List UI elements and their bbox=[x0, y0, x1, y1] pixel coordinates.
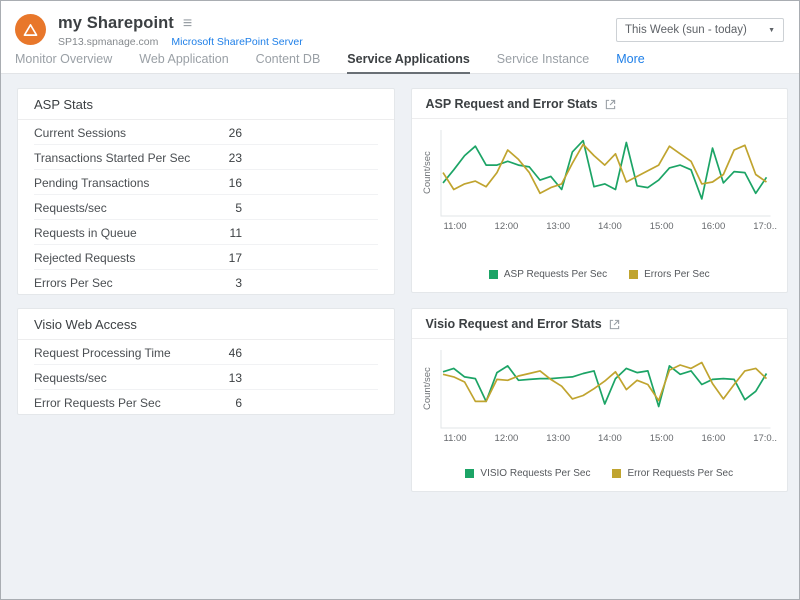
stat-label: Request Processing Time bbox=[34, 345, 206, 360]
stat-value: 17 bbox=[206, 250, 242, 265]
asp-chart-legend: ASP Requests Per Sec Errors Per Sec bbox=[412, 269, 788, 292]
y-axis-label: Count/sec bbox=[422, 129, 436, 217]
visio-chart-legend: VISIO Requests Per Sec Error Requests Per… bbox=[412, 468, 788, 491]
stat-value: 46 bbox=[206, 345, 242, 360]
stat-row: Transactions Started Per Sec 23 bbox=[34, 145, 378, 170]
asp-stats-rows: Current Sessions 26 Transactions Started… bbox=[18, 120, 394, 294]
stat-label: Requests/sec bbox=[34, 200, 206, 215]
title-block: my Sharepoint ≡ SP13.spmanage.com Micros… bbox=[58, 14, 303, 48]
chevron-down-icon: ▼ bbox=[768, 27, 775, 34]
app-window: my Sharepoint ≡ SP13.spmanage.com Micros… bbox=[0, 0, 800, 600]
visio-chart-svg bbox=[440, 349, 772, 429]
stat-label: Transactions Started Per Sec bbox=[34, 150, 206, 165]
dashboard-content: ASP Stats Current Sessions 26 Transactio… bbox=[1, 74, 799, 599]
visio-web-access-title: Visio Web Access bbox=[18, 309, 394, 340]
visio-chart-card: Visio Request and Error Stats Count/sec … bbox=[411, 308, 789, 492]
visio-chart-title: Visio Request and Error Stats bbox=[426, 317, 602, 331]
x-tick-label: 12:00 bbox=[495, 433, 519, 444]
stat-label: Requests/sec bbox=[34, 370, 206, 385]
legend-swatch-icon bbox=[612, 469, 621, 478]
stat-row: Error Requests Per Sec 6 bbox=[34, 390, 378, 414]
time-range-dropdown[interactable]: This Week (sun - today) ▼ bbox=[616, 18, 784, 42]
x-tick-label: 14:00 bbox=[598, 221, 622, 232]
x-tick-label: 12:00 bbox=[495, 221, 519, 232]
asp-stats-card: ASP Stats Current Sessions 26 Transactio… bbox=[17, 88, 395, 295]
x-tick-label: 14:00 bbox=[598, 433, 622, 444]
stat-row: Requests in Queue 11 bbox=[34, 220, 378, 245]
asp-chart-card: ASP Request and Error Stats Count/sec 11… bbox=[411, 88, 789, 293]
stat-row: Pending Transactions 16 bbox=[34, 170, 378, 195]
legend-label: ASP Requests Per Sec bbox=[504, 269, 607, 280]
tab-more[interactable]: More bbox=[616, 49, 644, 73]
legend-label: VISIO Requests Per Sec bbox=[480, 468, 590, 479]
open-in-new-window-icon[interactable] bbox=[609, 319, 620, 330]
x-tick-label: 17:0.. bbox=[753, 433, 777, 444]
legend-label: Error Requests Per Sec bbox=[627, 468, 733, 479]
visio-web-access-card: Visio Web Access Request Processing Time… bbox=[17, 308, 395, 415]
stat-label: Errors Per Sec bbox=[34, 275, 206, 290]
asp-stats-title: ASP Stats bbox=[18, 89, 394, 120]
visio-chart-plot bbox=[440, 349, 772, 429]
legend-swatch-icon bbox=[629, 270, 638, 279]
stat-row: Rejected Requests 17 bbox=[34, 245, 378, 270]
monitor-status-badge bbox=[15, 14, 46, 45]
tab-monitor-overview[interactable]: Monitor Overview bbox=[15, 49, 112, 73]
legend-swatch-icon bbox=[465, 469, 474, 478]
legend-label: Errors Per Sec bbox=[644, 269, 710, 280]
tab-content-db[interactable]: Content DB bbox=[256, 49, 321, 73]
tab-service-applications[interactable]: Service Applications bbox=[347, 49, 470, 74]
stat-row: Request Processing Time 46 bbox=[34, 340, 378, 365]
x-tick-label: 15:00 bbox=[650, 221, 674, 232]
x-tick-label: 13:00 bbox=[546, 433, 570, 444]
page-title: my Sharepoint bbox=[58, 14, 174, 33]
asp-chart-title: ASP Request and Error Stats bbox=[426, 97, 598, 111]
app-header: my Sharepoint ≡ SP13.spmanage.com Micros… bbox=[1, 1, 799, 49]
stat-value: 6 bbox=[206, 395, 242, 410]
x-tick-label: 15:00 bbox=[650, 433, 674, 444]
legend-item[interactable]: Error Requests Per Sec bbox=[612, 468, 733, 479]
stat-label: Rejected Requests bbox=[34, 250, 206, 265]
stat-label: Error Requests Per Sec bbox=[34, 395, 206, 410]
stat-row: Errors Per Sec 3 bbox=[34, 270, 378, 294]
tab-service-instance[interactable]: Service Instance bbox=[497, 49, 589, 73]
x-tick-label: 17:0.. bbox=[753, 221, 777, 232]
x-tick-label: 11:00 bbox=[444, 433, 467, 444]
stat-row: Requests/sec 5 bbox=[34, 195, 378, 220]
stat-value: 3 bbox=[206, 275, 242, 290]
asp-chart-svg bbox=[440, 129, 772, 217]
legend-item[interactable]: Errors Per Sec bbox=[629, 269, 710, 280]
x-tick-label: 13:00 bbox=[546, 221, 570, 232]
x-axis-labels: 11:00 12:00 13:00 14:00 15:00 16:00 17:0.. bbox=[412, 429, 788, 444]
stat-value: 5 bbox=[206, 200, 242, 215]
stat-label: Current Sessions bbox=[34, 125, 206, 140]
x-tick-label: 16:00 bbox=[701, 221, 725, 232]
tab-bar: Monitor Overview Web Application Content… bbox=[1, 49, 799, 74]
stat-value: 13 bbox=[206, 370, 242, 385]
stat-label: Requests in Queue bbox=[34, 225, 206, 240]
visio-web-access-rows: Request Processing Time 46 Requests/sec … bbox=[18, 340, 394, 414]
stat-value: 11 bbox=[206, 225, 242, 240]
open-in-new-window-icon[interactable] bbox=[605, 99, 616, 110]
warning-triangle-icon bbox=[23, 23, 38, 37]
stat-label: Pending Transactions bbox=[34, 175, 206, 190]
x-tick-label: 11:00 bbox=[444, 221, 467, 232]
legend-item[interactable]: ASP Requests Per Sec bbox=[489, 269, 607, 280]
y-axis-label: Count/sec bbox=[422, 349, 436, 429]
stat-value: 23 bbox=[206, 150, 242, 165]
legend-swatch-icon bbox=[489, 270, 498, 279]
stat-value: 16 bbox=[206, 175, 242, 190]
x-tick-label: 16:00 bbox=[701, 433, 725, 444]
legend-item[interactable]: VISIO Requests Per Sec bbox=[465, 468, 590, 479]
tab-web-application[interactable]: Web Application bbox=[139, 49, 228, 73]
monitor-host: SP13.spmanage.com bbox=[58, 36, 158, 48]
stat-value: 26 bbox=[206, 125, 242, 140]
stat-row: Requests/sec 13 bbox=[34, 365, 378, 390]
asp-chart-plot bbox=[440, 129, 772, 217]
time-range-value: This Week (sun - today) bbox=[625, 24, 747, 36]
stat-row: Current Sessions 26 bbox=[34, 120, 378, 145]
x-axis-labels: 11:00 12:00 13:00 14:00 15:00 16:00 17:0.. bbox=[412, 217, 788, 232]
monitor-type-link[interactable]: Microsoft SharePoint Server bbox=[171, 36, 302, 48]
hamburger-menu-icon[interactable]: ≡ bbox=[183, 16, 192, 32]
